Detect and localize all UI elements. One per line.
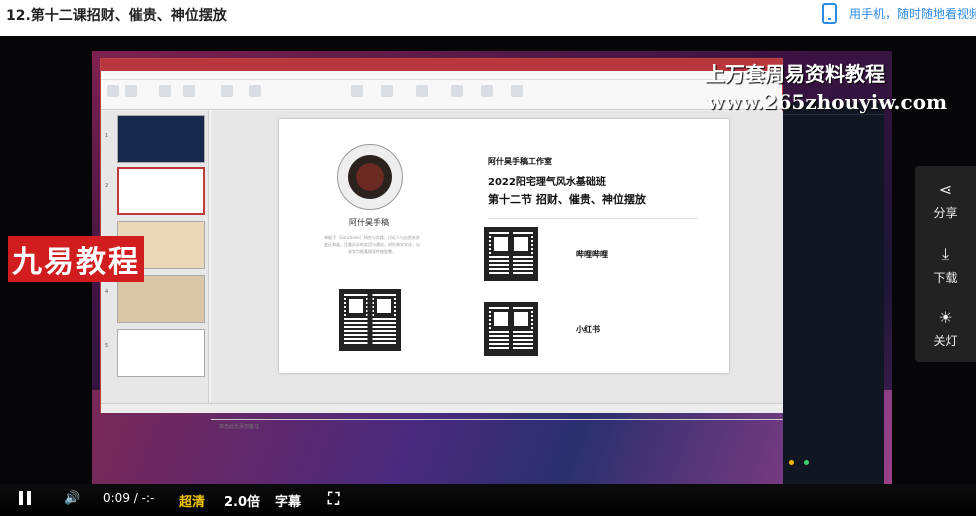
current-slide: 阿什昊手稿 坤能子（Sanchime）研究与实践，讨论人与自然关系变迁和谐，注重… <box>279 119 729 373</box>
notes-divider <box>211 419 783 420</box>
slide-thumbnail <box>117 275 205 323</box>
duration: -:- <box>141 491 155 505</box>
author-avatar <box>337 144 403 210</box>
time-display: 0:09 / -:- <box>103 491 154 505</box>
share-label: 分享 <box>933 206 958 220</box>
lesson-title: 第十二节 招财、催贵、神位摆放 <box>488 193 646 206</box>
volume-button[interactable]: 🔊 <box>64 491 80 506</box>
brand-sticker: 九易教程 <box>8 236 144 282</box>
video-player[interactable]: 1 2 3 4 5 阿什昊手稿 坤能子（Sanchime）研究与实践，讨论人与自… <box>0 36 976 516</box>
bilibili-label: 哔哩哔哩 <box>576 250 608 259</box>
chat-footer <box>789 460 811 467</box>
speed-button[interactable]: 2.0倍 <box>224 491 260 510</box>
qr-code-wechat <box>339 289 401 351</box>
quality-button[interactable]: 超清 <box>179 491 205 510</box>
presentation-window: 1 2 3 4 5 阿什昊手稿 坤能子（Sanchime）研究与实践，讨论人与自… <box>100 58 784 430</box>
share-button[interactable]: ⋖ 分享 <box>915 180 976 221</box>
video-frame: 1 2 3 4 5 阿什昊手稿 坤能子（Sanchime）研究与实践，讨论人与自… <box>92 51 892 490</box>
watermark-line-1: 上万套周易资料教程 <box>705 62 885 86</box>
mobile-watch-text: 用手机，随时随地看视频 <box>849 7 976 21</box>
mobile-watch-link[interactable]: 用手机，随时随地看视频 <box>822 3 976 24</box>
notes-placeholder: 单击此处添加备注 <box>219 424 260 430</box>
slide-thumbnail <box>117 115 205 163</box>
author-bio: 坤能子（Sanchime）研究与实践，讨论人与自然关系变迁和谐，注重风水的实用与… <box>324 235 420 254</box>
volume-icon: 🔊 <box>64 491 81 506</box>
phone-icon <box>822 3 837 24</box>
pause-button[interactable] <box>18 491 34 507</box>
slide-thumbnail-selected <box>117 167 205 215</box>
qr-code-bilibili <box>484 227 538 281</box>
lights-off-button[interactable]: ☀ 关灯 <box>915 308 976 349</box>
live-chat-panel <box>783 103 884 490</box>
page-title: 12.第十二课招财、催贵、神位摆放 <box>6 8 227 24</box>
author-name: 阿什昊手稿 <box>349 218 389 227</box>
top-bar: 12.第十二课招财、催贵、神位摆放 用手机，随时随地看视频 <box>0 0 976 36</box>
qr-code-xiaohongshu <box>484 302 538 356</box>
presentation-status-bar <box>101 403 784 413</box>
presentation-ribbon <box>101 80 782 110</box>
slide-thumbnail <box>117 329 205 377</box>
slide-canvas: 阿什昊手稿 坤能子（Sanchime）研究与实践，讨论人与自然关系变迁和谐，注重… <box>211 111 783 430</box>
slide-divider <box>488 218 698 219</box>
share-icon: ⋖ <box>938 180 953 199</box>
download-icon: ⤓ <box>941 244 950 263</box>
presentation-title-bar <box>101 59 782 71</box>
presentation-tabs <box>101 71 782 80</box>
lightbulb-icon: ☀ <box>938 308 953 327</box>
fullscreen-button[interactable]: ⛶ <box>328 489 339 509</box>
watermark-line-2: www.265zhouyiw.com <box>707 90 948 114</box>
player-control-bar: 🔊 0:09 / -:- 超清 2.0倍 字幕 ⛶ <box>0 484 976 516</box>
current-time: 0:09 <box>103 491 130 505</box>
course-title: 2022阳宅理气风水基础班 <box>488 177 606 188</box>
lights-off-label: 关灯 <box>933 334 958 348</box>
fullscreen-icon: ⛶ <box>328 489 340 508</box>
side-actions-panel: ⋖ 分享 ⤓ 下载 ☀ 关灯 <box>915 166 976 362</box>
subtitles-button[interactable]: 字幕 <box>275 491 301 510</box>
xiaohongshu-label: 小红书 <box>576 325 600 334</box>
studio-name: 阿什昊手稿工作室 <box>488 157 552 166</box>
time-separator: / <box>133 491 138 505</box>
download-label: 下载 <box>933 271 958 285</box>
download-button[interactable]: ⤓ 下载 <box>915 244 976 286</box>
